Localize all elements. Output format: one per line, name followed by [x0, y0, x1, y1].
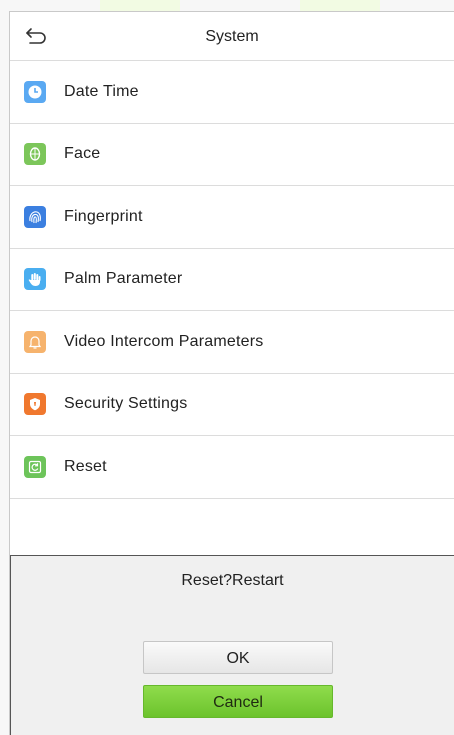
ok-button[interactable]: OK [143, 641, 333, 674]
menu-item-date-time[interactable]: Date Time [10, 61, 454, 124]
menu-item-palm-parameter[interactable]: Palm Parameter [10, 249, 454, 311]
system-menu-list: Date Time Face Fingerprint Palm Paramete… [10, 61, 454, 499]
face-icon [24, 143, 46, 166]
menu-item-security-settings[interactable]: Security Settings [10, 374, 454, 436]
menu-item-label: Fingerprint [64, 207, 143, 225]
menu-item-label: Face [64, 145, 101, 163]
menu-item-label: Date Time [64, 82, 139, 100]
fingerprint-icon [24, 205, 46, 228]
menu-item-fingerprint[interactable]: Fingerprint [10, 186, 454, 249]
header-bar: System [10, 12, 454, 61]
device-screen: System Date Time Face Fingerprint Palm P… [9, 11, 454, 735]
menu-item-label: Palm Parameter [64, 270, 183, 288]
reset-confirm-dialog: Reset?Restart OK Cancel [10, 556, 454, 735]
clock-icon [24, 80, 46, 103]
shield-icon [24, 393, 46, 416]
menu-item-label: Video Intercom Parameters [64, 332, 264, 350]
menu-item-label: Reset [64, 457, 107, 475]
page-title: System [205, 28, 259, 45]
reset-icon [24, 455, 46, 478]
menu-item-label: Security Settings [64, 395, 188, 413]
menu-item-video-intercom-parameters[interactable]: Video Intercom Parameters [10, 311, 454, 374]
bell-icon [24, 330, 46, 353]
cancel-button[interactable]: Cancel [143, 685, 333, 718]
menu-item-reset[interactable]: Reset [10, 436, 454, 499]
menu-item-face[interactable]: Face [10, 124, 454, 186]
palm-icon [24, 268, 46, 291]
dialog-message: Reset?Restart [181, 572, 284, 589]
